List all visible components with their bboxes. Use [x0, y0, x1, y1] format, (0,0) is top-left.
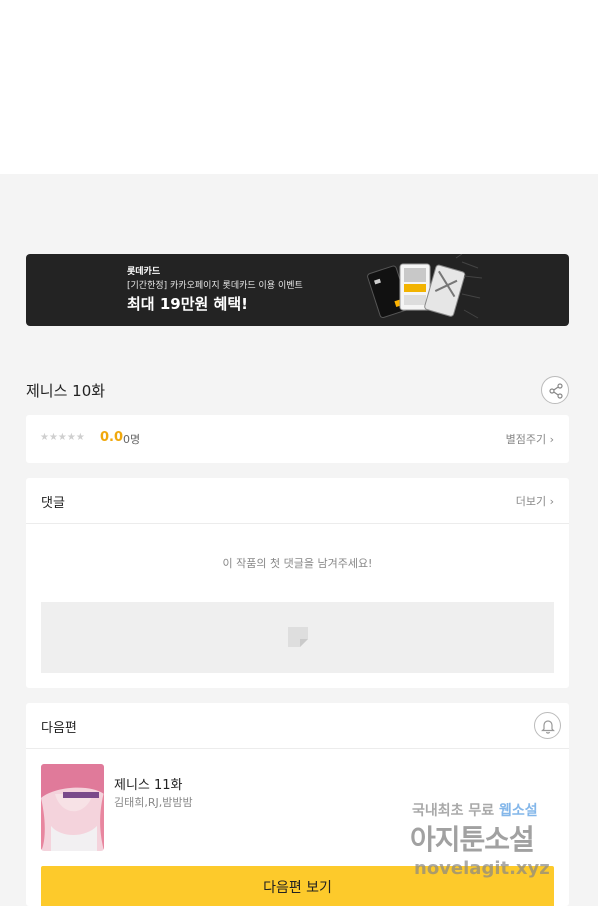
banner-brand: 롯데카드 — [127, 267, 161, 277]
next-episode-authors: 김태희,RJ,밤밤밤 — [114, 796, 193, 809]
comments-empty-message: 이 작품의 첫 댓글을 남겨주세요! — [222, 557, 373, 570]
episode-title: 제니스 10화 — [26, 382, 106, 400]
comments-label: 댓글 — [41, 496, 65, 511]
next-episode-label: 다음편 — [41, 721, 77, 736]
next-episode-header: 다음편 — [26, 703, 569, 749]
rating-count: 0명 — [123, 433, 141, 446]
rating-score: 0.0 — [100, 430, 124, 445]
bell-icon — [541, 720, 555, 734]
comment-input-box[interactable] — [41, 602, 554, 673]
next-episode-thumbnail[interactable] — [41, 764, 104, 851]
banner-cards-image — [367, 254, 482, 319]
episode-title-row: 제니스 10화 — [26, 372, 569, 406]
star-rating-icon: ★★★★★ — [40, 432, 85, 443]
comment-placeholder-icon — [288, 627, 308, 647]
share-icon — [549, 383, 563, 399]
comments-more-link[interactable]: 더보기 › — [516, 493, 554, 509]
next-episode-title[interactable]: 제니스 11화 — [114, 774, 183, 793]
comments-header: 댓글 더보기 › — [26, 478, 569, 524]
banner-subtitle: [기간한정] 카카오페이지 롯데카드 이용 이벤트 — [127, 281, 303, 291]
next-episode-panel: 다음편 제니스 11화 김태희,RJ,밤밤밤 다음편 보기 — [26, 703, 569, 906]
share-button[interactable] — [541, 376, 569, 404]
comments-panel: 댓글 더보기 › 이 작품의 첫 댓글을 남겨주세요! — [26, 478, 569, 688]
rate-button[interactable]: 별점주기 › — [506, 431, 554, 447]
next-episode-button[interactable]: 다음편 보기 — [41, 866, 554, 906]
rating-panel: ★★★★★ 0.0 0명 별점주기 › — [26, 415, 569, 463]
notify-button[interactable] — [534, 712, 561, 739]
promo-banner[interactable]: 롯데카드 [기간한정] 카카오페이지 롯데카드 이용 이벤트 최대 19만원 혜… — [26, 254, 569, 326]
top-blank-area — [0, 0, 598, 174]
banner-headline: 최대 19만원 혜택! — [127, 295, 248, 313]
